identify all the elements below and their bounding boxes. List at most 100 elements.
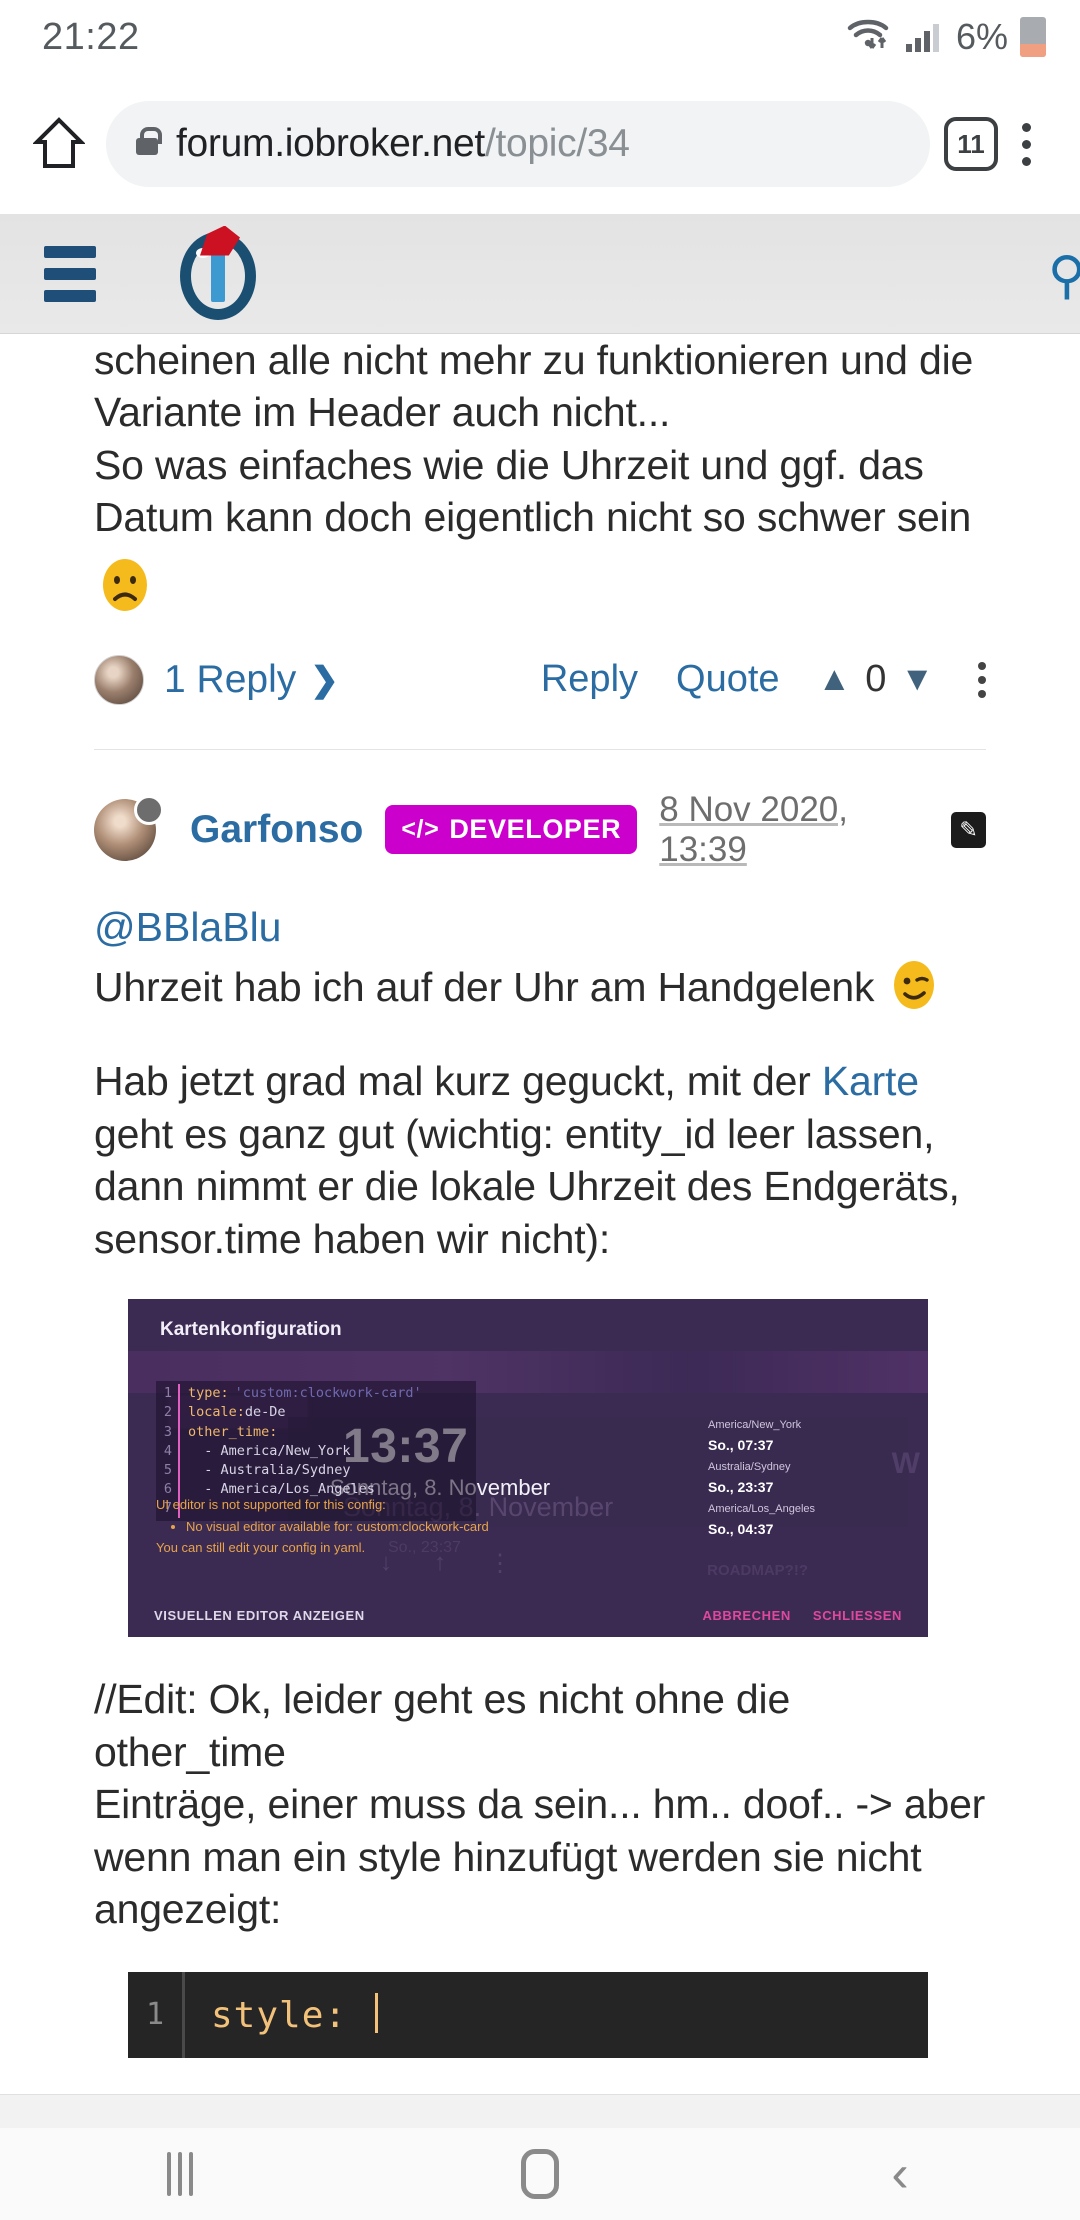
post-line: So was einfaches wie die Uhrzeit und ggf…	[94, 441, 924, 488]
browser-menu-button[interactable]	[998, 107, 1054, 181]
timezone-name: America/New_York	[708, 1419, 802, 1432]
username-link[interactable]: Garfonso	[190, 808, 363, 852]
yaml-line: 4 - America/New_York	[156, 1441, 476, 1461]
quote-button[interactable]: Quote	[676, 658, 780, 701]
post-action-bar: 1 Reply ❯ Reply Quote ▲ 0 ▼	[0, 621, 1080, 705]
home-icon	[521, 2149, 559, 2199]
yaml-line: 1 type: 'custom:clockwork-card'	[156, 1384, 476, 1404]
post-line-text: Uhrzeit hab ich auf der Uhr am Handgelen…	[94, 963, 875, 1010]
yaml-string: 'custom:clockwork-card'	[234, 1385, 422, 1402]
forum-header: ⚲	[0, 214, 1080, 334]
text-caret	[375, 1993, 379, 2034]
paragraph-text: Hab jetzt grad mal kurz geguckt, mit der	[94, 1058, 822, 1105]
dialog-footer: VISUELLEN EDITOR ANZEIGEN ABBRECHEN SCHL…	[128, 1593, 928, 1637]
post-timestamp[interactable]: 8 Nov 2020, 13:39	[659, 790, 935, 870]
post-line: Uhrzeit hab ich auf der Uhr am Handgelen…	[94, 957, 986, 1013]
post-line: Datum kann doch eigentlich nicht so schw…	[94, 494, 972, 541]
yaml-key: other_time:	[188, 1423, 278, 1440]
reply-button[interactable]: Reply	[541, 658, 638, 701]
post-action-group: Reply Quote ▲ 0 ▼	[541, 658, 986, 701]
back-icon: ‹	[891, 2145, 909, 2203]
code-token: style:	[211, 1995, 348, 2037]
line-number: 2	[163, 1404, 172, 1421]
replies-label: 1 Reply	[164, 657, 297, 701]
pencil-icon[interactable]: ✎	[951, 811, 986, 848]
recents-icon	[167, 2152, 193, 2196]
code-text: style:	[211, 1993, 379, 2037]
post-line: angezeigt:	[94, 1886, 282, 1933]
android-navigation-bar: ‹	[0, 2128, 1080, 2220]
post-previous-body: scheinen alle nicht mehr zu funktioniere…	[0, 334, 1080, 621]
frowning-face-emoji	[94, 558, 156, 620]
replies-link[interactable]: 1 Reply ❯	[164, 658, 339, 702]
warning-footer: You can still edit your config in yaml.	[156, 1540, 366, 1556]
close-button[interactable]: SCHLIESSEN	[813, 1608, 902, 1623]
status-bar: 21:22 6%	[0, 0, 1080, 74]
line-number: 4	[163, 1442, 172, 1459]
page-footer-strip	[0, 2094, 1080, 2128]
tab-count-label: 11	[957, 128, 985, 159]
post-line: geht es ganz gut (wichtig: entity_id lee…	[94, 1110, 935, 1157]
status-icons: 6%	[846, 16, 1046, 59]
post-current-body: @BBlaBlu Uhrzeit hab ich auf der Uhr am …	[0, 870, 1080, 1265]
lock-icon	[136, 127, 162, 155]
timezone-list: America/New_York So., 07:37 Australia/Sy…	[708, 1417, 888, 1543]
status-badge: </> DEVELOPER	[385, 805, 638, 855]
address-bar[interactable]: forum.iobroker.net/topic/34	[106, 101, 930, 187]
warning-message: UI editor is not supported for this conf…	[156, 1495, 586, 1558]
arrow-up-icon: ↑	[434, 1549, 446, 1577]
timezone-time: So., 07:37	[708, 1436, 774, 1453]
yaml-line: 5 - Australia/Sydney	[156, 1460, 476, 1480]
url-domain: forum.iobroker.net	[176, 122, 485, 165]
post-more-icon[interactable]	[978, 661, 986, 698]
post-line: //Edit: Ok, leider geht es nicht ohne di…	[94, 1676, 791, 1775]
wifi-icon	[846, 16, 892, 59]
ghost-letter: W	[891, 1447, 920, 1481]
thread-content[interactable]: scheinen alle nicht mehr zu funktioniere…	[0, 334, 1080, 2094]
post-line: Variante im Header auch nicht...	[94, 389, 671, 436]
chevron-down-icon[interactable]: ▼	[900, 660, 934, 699]
yaml-key: locale:	[188, 1404, 245, 1421]
code-block[interactable]: 1 style:	[128, 1971, 928, 2058]
home-icon[interactable]	[22, 107, 96, 181]
more-vert-icon: ⋮	[488, 1550, 512, 1578]
show-visual-editor-button[interactable]: VISUELLEN EDITOR ANZEIGEN	[154, 1608, 365, 1623]
back-button[interactable]: ‹	[720, 2148, 1080, 2200]
dialog-title: Kartenkonfiguration	[160, 1319, 342, 1341]
browser-toolbar: forum.iobroker.net/topic/34 11	[0, 74, 1080, 214]
presence-indicator	[134, 794, 164, 825]
timezone-name: America/Los_Angeles	[708, 1503, 816, 1515]
cellular-signal-icon	[904, 16, 944, 59]
status-clock: 21:22	[42, 15, 140, 58]
post-line: sensor.time haben wir nicht):	[94, 1215, 611, 1262]
arrow-down-icon: ↓	[380, 1549, 392, 1577]
search-icon[interactable]: ⚲	[1048, 246, 1080, 306]
cancel-button[interactable]: ABBRECHEN	[702, 1608, 790, 1623]
home-button[interactable]	[360, 2149, 720, 2199]
battery-low-icon	[1020, 17, 1046, 57]
karte-link[interactable]: Karte	[822, 1058, 919, 1104]
recents-button[interactable]	[0, 2152, 360, 2196]
yaml-value: - Australia/Sydney	[188, 1461, 351, 1478]
tab-counter-button[interactable]: 11	[944, 117, 998, 171]
url-text: forum.iobroker.net/topic/34	[176, 122, 630, 166]
yaml-line: 3 other_time:	[156, 1422, 476, 1442]
chevron-up-icon[interactable]: ▲	[818, 660, 852, 699]
post-header: Garfonso </> DEVELOPER 8 Nov 2020, 13:39…	[0, 750, 1080, 870]
ghost-icon-row: ↓ ↑ ⋮	[380, 1549, 512, 1578]
line-number: 1	[163, 1385, 172, 1402]
warning-bullet: No visual editor available for: custom:c…	[186, 1517, 586, 1537]
timezone-time: So., 04:37	[708, 1520, 774, 1537]
iobroker-logo-icon[interactable]	[174, 225, 260, 320]
line-number: 3	[163, 1423, 172, 1440]
yaml-value: - America/New_York	[188, 1442, 351, 1459]
avatar[interactable]	[94, 794, 164, 861]
hamburger-menu-icon[interactable]	[44, 245, 96, 302]
avatar[interactable]	[94, 654, 144, 705]
battery-percent: 6%	[955, 16, 1008, 57]
post-line: wenn man ein style hinzufügt werden sie …	[94, 1833, 922, 1880]
embedded-screenshot-card-config[interactable]: Kartenkonfiguration Sonntag, 8. November…	[128, 1299, 928, 1638]
mention-link[interactable]: @BBlaBlu	[94, 904, 986, 951]
post-paragraph: Hab jetzt grad mal kurz geguckt, mit der…	[94, 1055, 986, 1107]
yaml-line: 2 locale: de-De	[156, 1403, 476, 1423]
